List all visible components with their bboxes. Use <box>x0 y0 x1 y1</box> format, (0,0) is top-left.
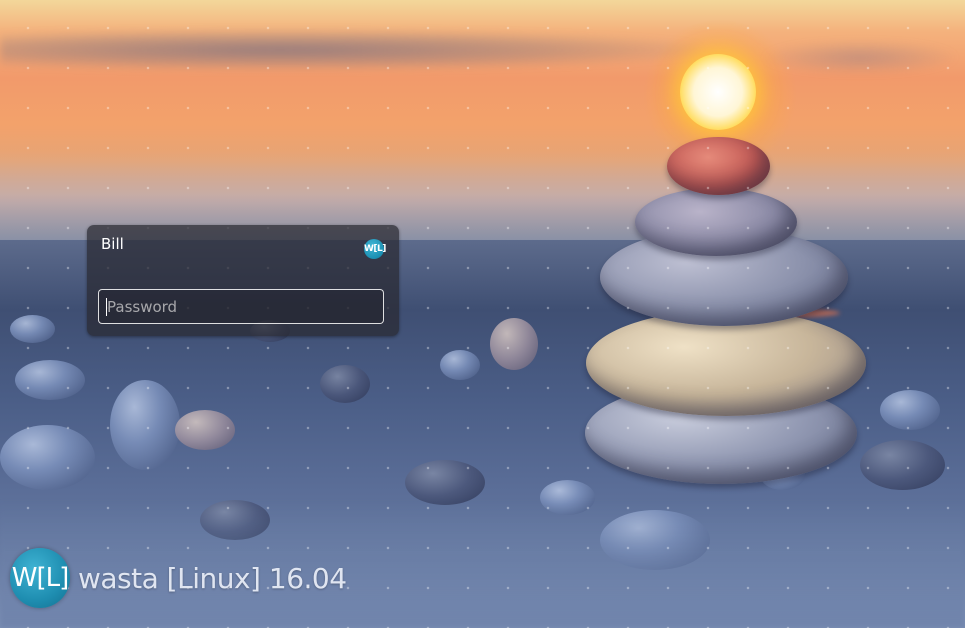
pebble <box>110 380 180 470</box>
pebble <box>15 360 85 400</box>
pebble <box>10 315 55 343</box>
login-box: Bill W[L] <box>87 225 399 336</box>
wasta-logo-icon: W[L] <box>10 548 70 608</box>
stacked-stone <box>635 188 797 256</box>
session-icon[interactable]: W[L] <box>364 239 386 259</box>
text-cursor <box>106 298 107 316</box>
pebble <box>320 365 370 403</box>
pebble <box>405 460 485 505</box>
sun <box>680 54 756 130</box>
distro-branding: W[L] wasta [Linux] 16.04 <box>10 546 347 610</box>
pebble <box>175 410 235 450</box>
login-screen: Bill W[L] W[L] wasta [Linux] 16.04 <box>0 0 965 628</box>
pebble <box>860 440 945 490</box>
distro-name: wasta [Linux] 16.04 <box>78 561 347 595</box>
pebble <box>490 318 538 370</box>
cloud <box>0 30 700 70</box>
stacked-stone <box>667 137 770 195</box>
password-input[interactable] <box>98 289 384 324</box>
user-name[interactable]: Bill <box>101 235 124 253</box>
pebble <box>0 425 95 490</box>
pebble <box>880 390 940 430</box>
pebble <box>440 350 480 380</box>
